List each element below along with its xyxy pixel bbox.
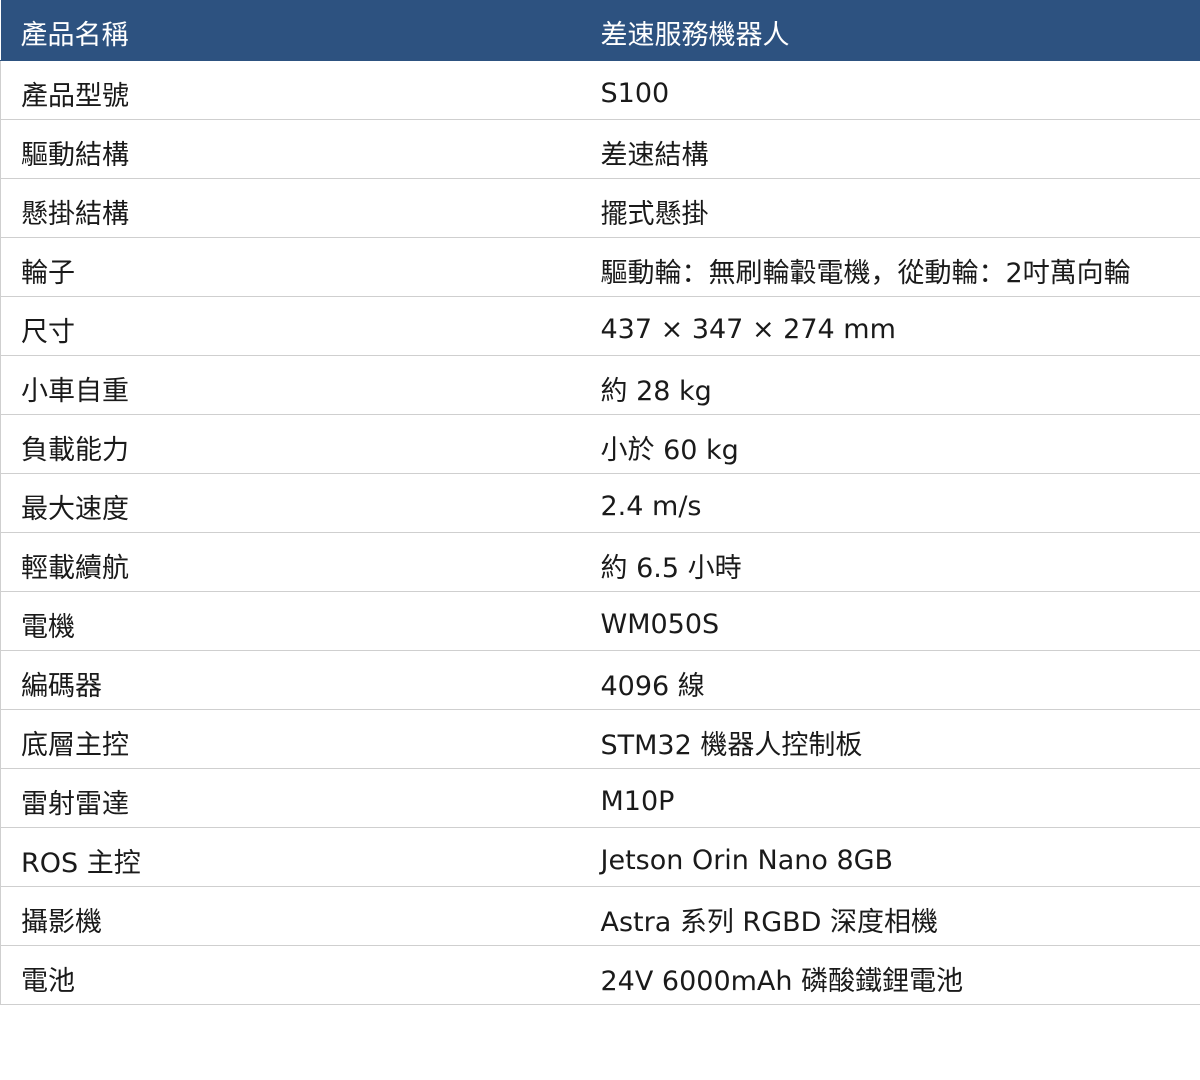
table-row: ROS 主控 Jetson Orin Nano 8GB — [0, 827, 1200, 887]
spec-value: 擺式懸掛 — [580, 178, 1200, 238]
header-row: 產品名稱 差速服務機器人 — [0, 0, 1200, 61]
spec-table-body: 產品型號 S100 驅動結構 差速結構 懸掛結構 擺式懸掛 輪子 驅動輪：無刷輪… — [0, 60, 1200, 1005]
table-row: 輕載續航 約 6.5 小時 — [0, 532, 1200, 592]
table-row: 產品型號 S100 — [0, 60, 1200, 120]
spec-value: 約 28 kg — [580, 355, 1200, 415]
table-row: 底層主控 STM32 機器人控制板 — [0, 709, 1200, 769]
spec-label: 小車自重 — [0, 355, 581, 415]
spec-value: M10P — [580, 768, 1200, 828]
table-row: 攝影機 Astra 系列 RGBD 深度相機 — [0, 886, 1200, 946]
table-row: 尺寸 437 × 347 × 274 mm — [0, 296, 1200, 356]
spec-value: 小於 60 kg — [580, 414, 1200, 474]
spec-label: 驅動結構 — [0, 119, 581, 179]
spec-value: 驅動輪：無刷輪轂電機，從動輪：2吋萬向輪 — [580, 237, 1200, 297]
spec-value: 差速結構 — [580, 119, 1200, 179]
header-label: 產品名稱 — [0, 0, 581, 61]
table-row: 輪子 驅動輪：無刷輪轂電機，從動輪：2吋萬向輪 — [0, 237, 1200, 297]
spec-value: WM050S — [580, 591, 1200, 651]
spec-label: 輪子 — [0, 237, 581, 297]
spec-label: 攝影機 — [0, 886, 581, 946]
spec-label: ROS 主控 — [0, 827, 581, 887]
table-row: 負載能力 小於 60 kg — [0, 414, 1200, 474]
spec-value: Astra 系列 RGBD 深度相機 — [580, 886, 1200, 946]
header-value: 差速服務機器人 — [580, 0, 1200, 61]
table-row: 驅動結構 差速結構 — [0, 119, 1200, 179]
spec-value: 2.4 m/s — [580, 473, 1200, 533]
table-row: 懸掛結構 擺式懸掛 — [0, 178, 1200, 238]
spec-value: Jetson Orin Nano 8GB — [580, 827, 1200, 887]
spec-table-header: 產品名稱 差速服務機器人 — [0, 0, 1200, 61]
spec-value: STM32 機器人控制板 — [580, 709, 1200, 769]
table-row: 小車自重 約 28 kg — [0, 355, 1200, 415]
spec-label: 輕載續航 — [0, 532, 581, 592]
spec-label: 雷射雷達 — [0, 768, 581, 828]
spec-label: 電池 — [0, 945, 581, 1005]
table-row: 編碼器 4096 線 — [0, 650, 1200, 710]
spec-table: 產品名稱 差速服務機器人 產品型號 S100 驅動結構 差速結構 懸掛結構 擺式… — [0, 0, 1200, 1005]
spec-value: 437 × 347 × 274 mm — [580, 296, 1200, 356]
spec-value: S100 — [580, 60, 1200, 120]
spec-value: 24V 6000mAh 磷酸鐵鋰電池 — [580, 945, 1200, 1005]
spec-label: 懸掛結構 — [0, 178, 581, 238]
spec-label: 電機 — [0, 591, 581, 651]
table-row: 電池 24V 6000mAh 磷酸鐵鋰電池 — [0, 945, 1200, 1005]
spec-label: 尺寸 — [0, 296, 581, 356]
spec-label: 編碼器 — [0, 650, 581, 710]
spec-label: 產品型號 — [0, 60, 581, 120]
spec-value: 約 6.5 小時 — [580, 532, 1200, 592]
table-row: 雷射雷達 M10P — [0, 768, 1200, 828]
spec-label: 負載能力 — [0, 414, 581, 474]
spec-label: 最大速度 — [0, 473, 581, 533]
spec-label: 底層主控 — [0, 709, 581, 769]
table-row: 電機 WM050S — [0, 591, 1200, 651]
spec-value: 4096 線 — [580, 650, 1200, 710]
table-row: 最大速度 2.4 m/s — [0, 473, 1200, 533]
